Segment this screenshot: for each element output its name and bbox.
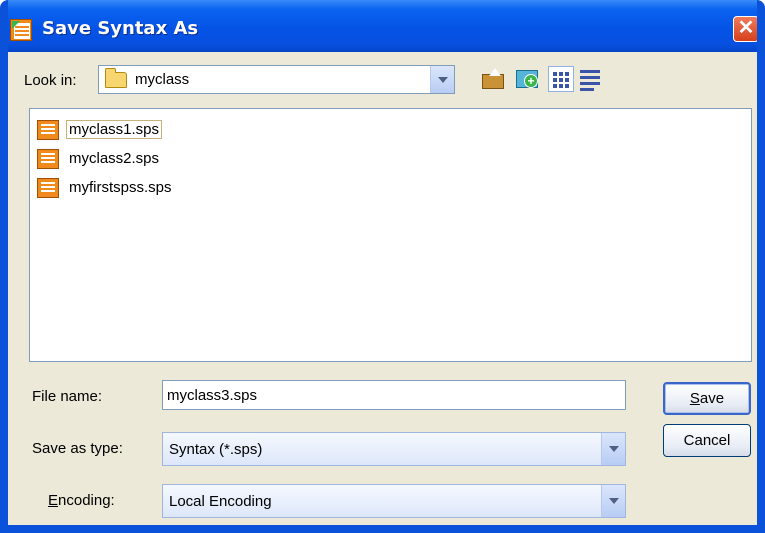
save-mnemonic: S — [689, 390, 700, 407]
encoding-mnemonic: E — [48, 492, 59, 509]
close-icon: ✕ — [737, 17, 755, 39]
file-list[interactable]: myclass1.sps myclass2.sps myfirstspss.sp… — [29, 108, 752, 362]
file-name-input[interactable] — [162, 380, 626, 410]
chevron-down-icon[interactable] — [601, 433, 625, 465]
save-button[interactable]: Save — [663, 382, 751, 415]
chevron-down-icon[interactable] — [430, 66, 454, 93]
save-as-type-value: Syntax (*.sps) — [169, 441, 263, 458]
folder-icon — [105, 68, 127, 88]
encoding-label: Encoding: — [48, 492, 115, 509]
encoding-value: Local Encoding — [169, 493, 272, 510]
encoding-dropdown[interactable]: Local Encoding — [162, 484, 626, 518]
syntax-file-icon — [37, 178, 59, 198]
file-name: myclass1.sps — [66, 120, 163, 139]
save-as-type-label: Save as type: — [32, 440, 123, 457]
look-in-dropdown[interactable]: myclass — [98, 65, 455, 94]
look-in-label: Look in: — [24, 72, 77, 89]
dialog-title: Save Syntax As — [42, 18, 199, 39]
list-view-icon[interactable] — [548, 66, 574, 92]
syntax-file-icon — [37, 120, 59, 140]
close-button[interactable]: ✕ — [733, 16, 757, 42]
title-bar[interactable]: Save Syntax As ✕ — [8, 0, 757, 52]
details-view-icon[interactable] — [578, 66, 604, 92]
up-one-level-icon[interactable] — [480, 66, 506, 92]
cancel-button[interactable]: Cancel — [663, 424, 751, 457]
chevron-down-icon[interactable] — [601, 485, 625, 517]
file-name-label: File name: — [32, 388, 103, 405]
syntax-file-icon — [37, 149, 59, 169]
save-as-type-dropdown[interactable]: Syntax (*.sps) — [162, 432, 626, 466]
save-syntax-dialog: Save Syntax As ✕ Look in: myclass + mycl… — [0, 0, 765, 533]
save-label: ave — [699, 390, 725, 407]
spss-syntax-app-icon — [10, 19, 32, 41]
create-new-folder-icon[interactable]: + — [515, 66, 541, 92]
file-name: myfirstspss.sps — [69, 179, 172, 196]
encoding-label-text: ncoding: — [58, 492, 115, 509]
look-in-value: myclass — [135, 71, 190, 88]
file-name: myclass2.sps — [69, 150, 160, 167]
